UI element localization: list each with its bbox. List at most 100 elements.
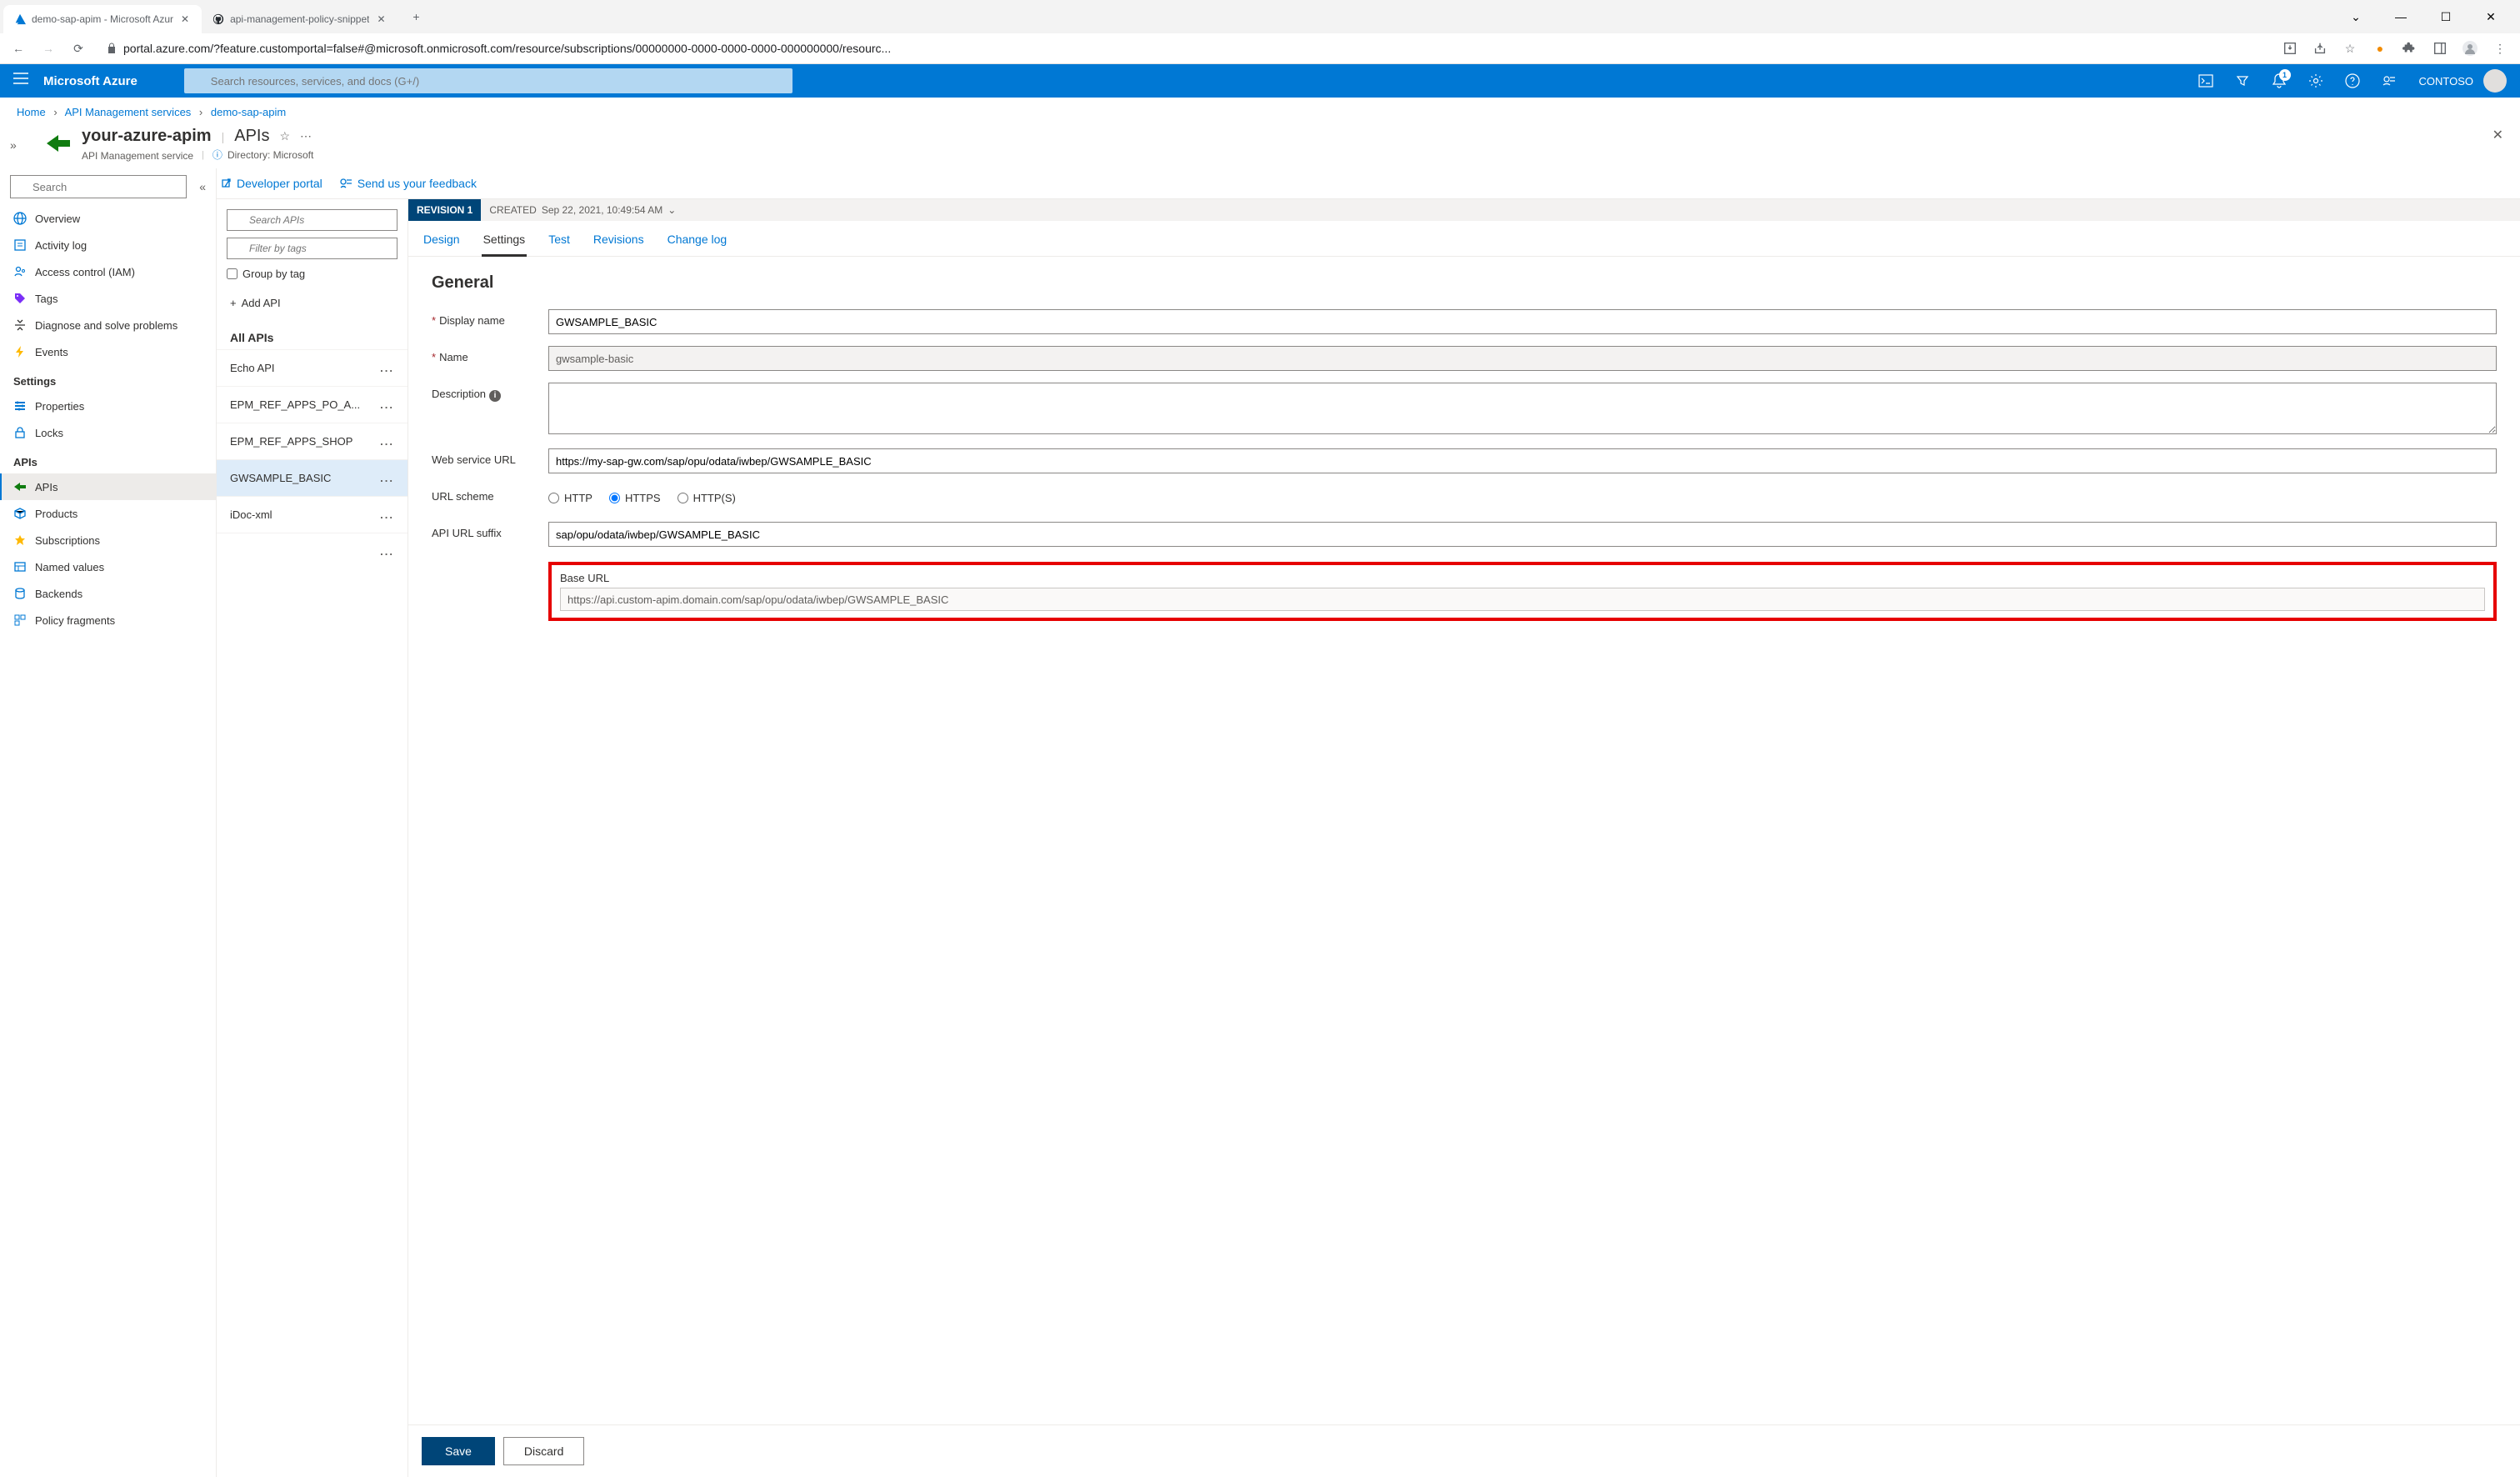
global-search-input[interactable] <box>184 68 792 93</box>
browser-tab[interactable]: api-management-policy-snippet ✕ <box>202 5 398 33</box>
discard-button[interactable]: Discard <box>503 1437 584 1465</box>
browser-tab-active[interactable]: demo-sap-apim - Microsoft Azur ✕ <box>3 5 202 33</box>
nav-item-properties[interactable]: Properties <box>0 393 216 419</box>
nav-item-tags[interactable]: Tags <box>0 285 216 312</box>
web-service-url-input[interactable] <box>548 448 2497 473</box>
chevron-down-icon[interactable]: ⌄ <box>668 204 676 216</box>
install-icon[interactable] <box>2277 35 2303 62</box>
save-button[interactable]: Save <box>422 1437 495 1465</box>
profile-icon[interactable] <box>2457 35 2483 62</box>
url-scheme-https[interactable]: HTTP(S) <box>678 492 736 504</box>
url-scheme-http[interactable]: HTTP <box>548 492 592 504</box>
tab-revisions[interactable]: Revisions <box>592 229 646 256</box>
api-list-item[interactable]: iDoc-xml... <box>217 496 408 533</box>
back-button[interactable]: ← <box>7 37 30 60</box>
nav-item-apis[interactable]: APIs <box>0 473 216 500</box>
display-name-input[interactable] <box>548 309 2497 334</box>
pin-icon[interactable]: ☆ <box>279 129 290 143</box>
more-icon[interactable]: ... <box>380 398 394 411</box>
named-icon <box>13 560 27 573</box>
api-filter-input[interactable] <box>227 238 398 259</box>
settings-icon[interactable] <box>2299 64 2332 98</box>
tenant-name[interactable]: CONTOSO <box>2419 75 2474 88</box>
collapse-nav-icon[interactable]: « <box>199 180 206 193</box>
api-url-suffix-input[interactable] <box>548 522 2497 547</box>
api-list-item[interactable]: ... <box>217 533 408 569</box>
nav-item-products[interactable]: Products <box>0 500 216 527</box>
address-bar[interactable]: portal.azure.com/?feature.customportal=f… <box>97 36 2270 61</box>
revision-badge[interactable]: REVISION 1 <box>408 199 481 221</box>
sub-icon <box>13 533 27 547</box>
add-api-button[interactable]: + Add API <box>217 285 408 321</box>
description-input[interactable] <box>548 383 2497 434</box>
url-text: portal.azure.com/?feature.customportal=f… <box>123 42 891 55</box>
nav-item-policy-fragments[interactable]: Policy fragments <box>0 607 216 633</box>
notifications-icon[interactable]: 1 <box>2262 64 2296 98</box>
minimize-button[interactable]: — <box>2382 3 2420 30</box>
nav-item-named-values[interactable]: Named values <box>0 553 216 580</box>
window-controls: ⌄ — ☐ ✕ <box>2337 3 2517 30</box>
star-icon[interactable]: ☆ <box>2337 35 2363 62</box>
more-icon[interactable]: ... <box>380 472 394 484</box>
form-buttons: Save Discard <box>408 1424 2520 1477</box>
share-icon[interactable] <box>2307 35 2333 62</box>
api-list-item[interactable]: EPM_REF_APPS_SHOP... <box>217 423 408 459</box>
tab-change-log[interactable]: Change log <box>666 229 729 256</box>
nav-item-overview[interactable]: Overview <box>0 205 216 232</box>
api-search-input[interactable] <box>227 209 398 231</box>
group-by-tag-checkbox[interactable]: Group by tag <box>217 263 408 285</box>
breadcrumb-resource[interactable]: demo-sap-apim <box>211 106 286 118</box>
more-icon[interactable]: ... <box>380 508 394 521</box>
info-icon[interactable]: i <box>489 390 501 402</box>
feedback-button[interactable]: Send us your feedback <box>339 177 477 190</box>
breadcrumb-home[interactable]: Home <box>17 106 46 118</box>
tab-settings[interactable]: Settings <box>482 229 528 257</box>
azure-brand[interactable]: Microsoft Azure <box>43 74 138 88</box>
hamburger-icon[interactable] <box>13 73 30 89</box>
forward-button[interactable]: → <box>37 37 60 60</box>
more-icon[interactable]: ... <box>380 362 394 374</box>
nav-item-activity-log[interactable]: Activity log <box>0 232 216 258</box>
nav-item-events[interactable]: Events <box>0 338 216 365</box>
more-icon[interactable]: ... <box>380 545 394 558</box>
tab-test[interactable]: Test <box>547 229 572 256</box>
nav-item-backends[interactable]: Backends <box>0 580 216 607</box>
more-icon[interactable]: ... <box>380 435 394 448</box>
nav-item-locks[interactable]: Locks <box>0 419 216 446</box>
nav-item-diagnose-and-solve-problems[interactable]: Diagnose and solve problems <box>0 312 216 338</box>
puzzle-icon[interactable] <box>2397 35 2423 62</box>
sidepanel-icon[interactable] <box>2427 35 2453 62</box>
close-blade-button[interactable]: ✕ <box>2492 127 2503 143</box>
maximize-button[interactable]: ☐ <box>2427 3 2465 30</box>
apim-icon <box>45 130 72 157</box>
chevron-down-icon[interactable]: ⌄ <box>2337 3 2375 30</box>
github-favicon <box>212 13 225 26</box>
close-window-button[interactable]: ✕ <box>2472 3 2510 30</box>
cloud-shell-icon[interactable] <box>2189 64 2222 98</box>
close-icon[interactable]: ✕ <box>374 13 388 26</box>
resource-name: your-azure-apim <box>82 127 212 146</box>
detail-body: General *Display name *Name Descriptioni <box>408 257 2520 1424</box>
more-icon[interactable]: ⋯ <box>300 129 312 143</box>
reload-button[interactable]: ⟳ <box>67 37 90 60</box>
all-apis-label[interactable]: All APIs <box>217 321 408 349</box>
close-icon[interactable]: ✕ <box>178 13 192 26</box>
extension-icon[interactable]: ● <box>2367 35 2393 62</box>
url-scheme-https[interactable]: HTTPS <box>609 492 661 504</box>
api-list-item[interactable]: GWSAMPLE_BASIC... <box>217 459 408 496</box>
tab-design[interactable]: Design <box>422 229 462 256</box>
feedback-icon[interactable] <box>2372 64 2406 98</box>
help-icon[interactable] <box>2336 64 2369 98</box>
api-list-item[interactable]: EPM_REF_APPS_PO_A...... <box>217 386 408 423</box>
breadcrumb-service[interactable]: API Management services <box>65 106 192 118</box>
nav-item-access-control-iam-[interactable]: Access control (IAM) <box>0 258 216 285</box>
user-avatar[interactable] <box>2483 69 2507 93</box>
nav-search-input[interactable] <box>10 175 187 198</box>
new-tab-button[interactable]: + <box>404 5 428 28</box>
api-list-item[interactable]: Echo API... <box>217 349 408 386</box>
menu-icon[interactable]: ⋮ <box>2487 35 2513 62</box>
filter-icon[interactable] <box>2226 64 2259 98</box>
developer-portal-button[interactable]: Developer portal <box>220 177 322 190</box>
expand-icon[interactable]: » <box>10 138 17 152</box>
nav-item-subscriptions[interactable]: Subscriptions <box>0 527 216 553</box>
